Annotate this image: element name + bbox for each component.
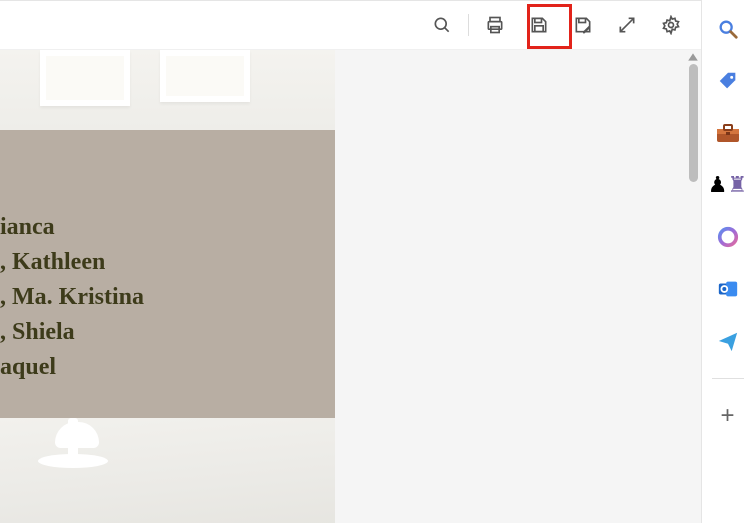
name-line: aquel bbox=[0, 350, 144, 385]
print-button[interactable] bbox=[475, 5, 515, 45]
save-as-icon bbox=[573, 15, 593, 35]
toolbar-separator bbox=[468, 14, 469, 36]
toolbar bbox=[0, 0, 701, 50]
search-button[interactable] bbox=[422, 5, 462, 45]
outlook-icon bbox=[717, 278, 739, 300]
name-list: ianca, Kathleen, Ma. Kristina, Shielaaqu… bbox=[0, 210, 144, 385]
sidebar-item-tag[interactable] bbox=[713, 66, 743, 96]
chess-icon: ♟♜ bbox=[708, 172, 747, 198]
search-sidebar-icon bbox=[717, 18, 739, 40]
name-line: , Ma. Kristina bbox=[0, 280, 144, 315]
sidebar-add-button[interactable]: + bbox=[713, 401, 743, 431]
print-icon bbox=[485, 15, 505, 35]
name-line: , Kathleen bbox=[0, 245, 144, 280]
name-line: ianca bbox=[0, 210, 144, 245]
save-as-button[interactable] bbox=[563, 5, 603, 45]
tag-icon bbox=[717, 70, 739, 92]
save-button[interactable] bbox=[519, 5, 559, 45]
document-viewport[interactable]: ianca, Kathleen, Ma. Kristina, Shielaaqu… bbox=[0, 50, 701, 523]
photo-background-top bbox=[0, 50, 335, 130]
scroll-thumb[interactable] bbox=[689, 64, 698, 182]
picture-frame bbox=[160, 50, 250, 102]
search-icon bbox=[432, 15, 452, 35]
save-icon bbox=[529, 15, 549, 35]
picture-frame bbox=[40, 50, 130, 106]
document-page: ianca, Kathleen, Ma. Kristina, Shielaaqu… bbox=[0, 50, 335, 523]
right-sidebar: ♟♜ + bbox=[701, 0, 753, 523]
sidebar-item-toolbox[interactable] bbox=[713, 118, 743, 148]
sidebar-item-search[interactable] bbox=[713, 14, 743, 44]
photo-background-bottom bbox=[0, 418, 335, 523]
content-area: ianca, Kathleen, Ma. Kristina, Shielaaqu… bbox=[0, 50, 701, 523]
settings-button[interactable] bbox=[651, 5, 691, 45]
sidebar-separator bbox=[712, 378, 744, 379]
fullscreen-button[interactable] bbox=[607, 5, 647, 45]
scrollbar[interactable] bbox=[685, 50, 701, 523]
scroll-up-arrow[interactable] bbox=[687, 52, 699, 62]
copilot-icon bbox=[717, 226, 739, 248]
name-line: , Shiela bbox=[0, 315, 144, 350]
fullscreen-icon bbox=[617, 15, 637, 35]
gear-icon bbox=[661, 15, 681, 35]
toolbox-icon bbox=[716, 123, 740, 143]
send-icon bbox=[717, 330, 739, 352]
sidebar-item-copilot[interactable] bbox=[713, 222, 743, 252]
sidebar-item-outlook[interactable] bbox=[713, 274, 743, 304]
sidebar-item-chess[interactable]: ♟♜ bbox=[713, 170, 743, 200]
sidebar-item-send[interactable] bbox=[713, 326, 743, 356]
